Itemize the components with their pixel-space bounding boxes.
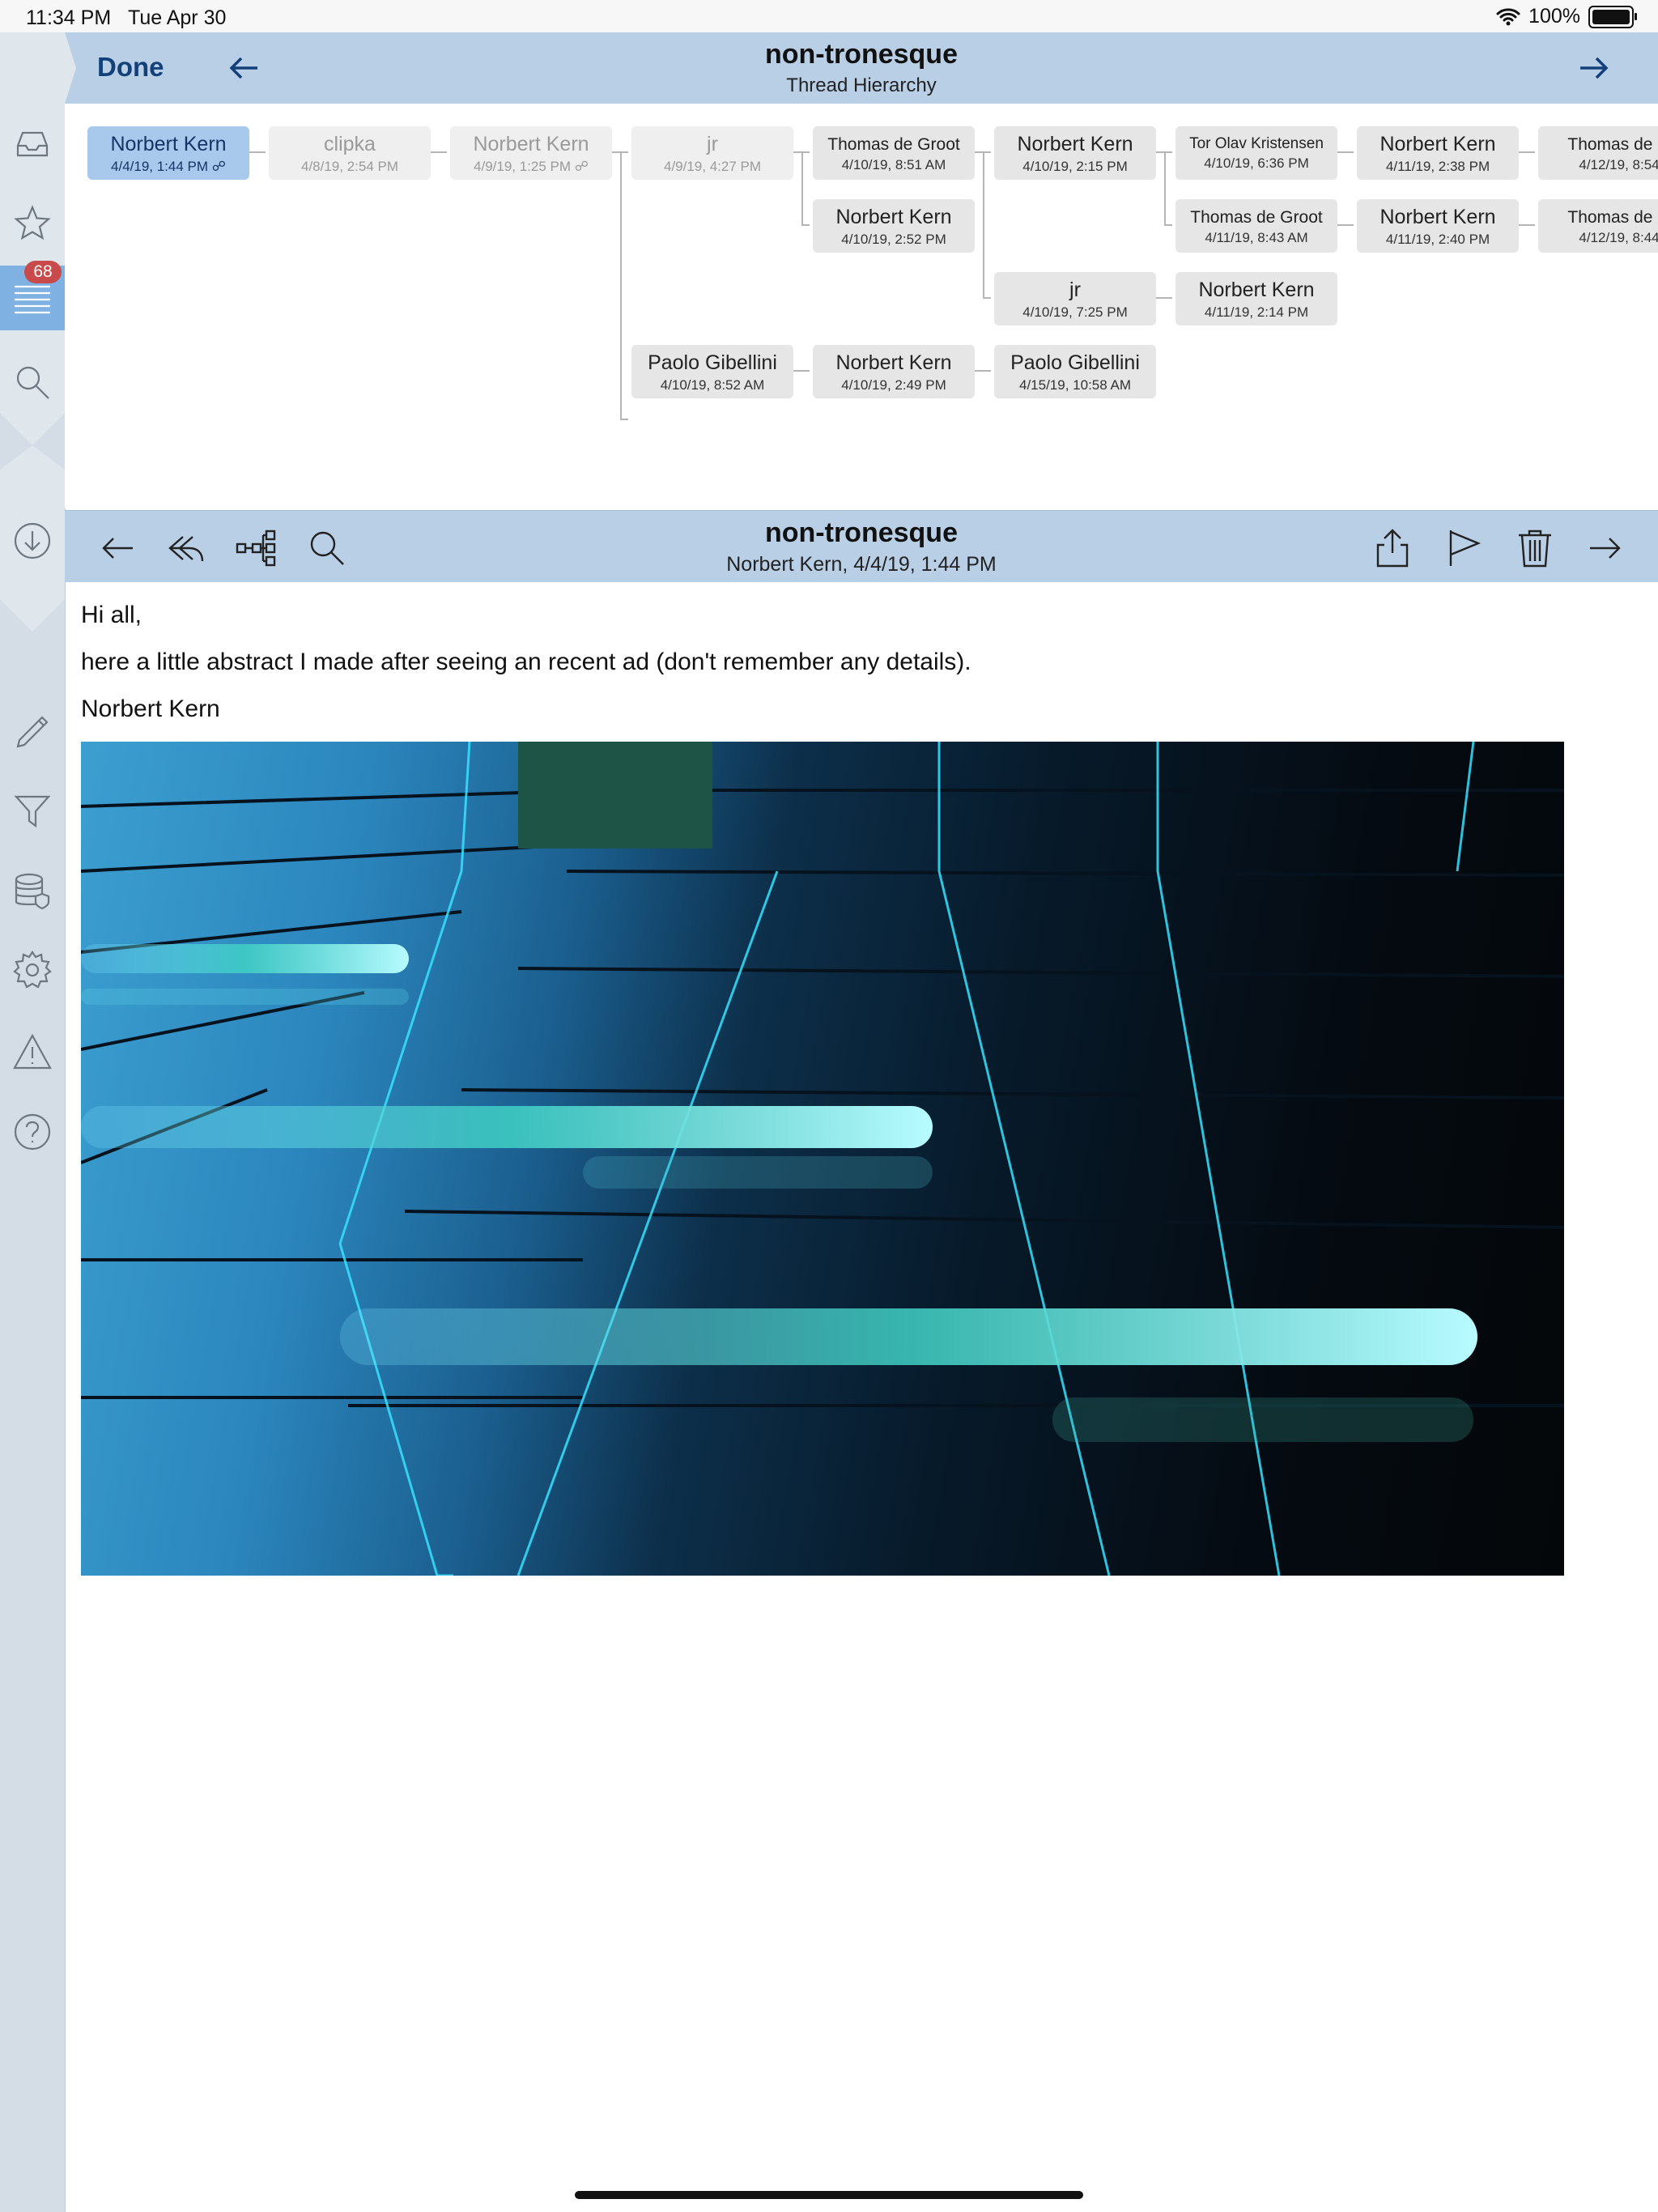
thread-node[interactable]: Tor Olav Kristensen 4/10/19, 6:36 PM [1175,126,1337,180]
attached-image[interactable] [81,742,1564,1576]
share-icon[interactable] [1371,527,1414,569]
thread-tree: Norbert Kern 4/4/19, 1:44 PM ☍ clipka 4/8/… [65,104,1658,508]
thread-node[interactable]: Paolo Gibellini 4/15/19, 10:58 AM [994,345,1156,398]
thread-node[interactable]: Paolo Gibellini 4/10/19, 8:52 AM [631,345,793,398]
tree-connector [793,370,810,372]
thread-node[interactable]: jr 4/10/19, 7:25 PM [994,272,1156,325]
message-body: Hi all, here a little abstract I made af… [81,599,1619,723]
next-thread-arrow-icon[interactable] [1575,50,1611,86]
gear-icon[interactable] [10,947,55,993]
warning-icon[interactable] [10,1030,55,1075]
thread-header: Done non-tronesque Thread Hierarchy [65,32,1658,104]
star-icon[interactable] [10,201,55,246]
message-subject: non-tronesque [765,517,958,548]
message-toolbar: non-tronesque Norbert Kern, 4/4/19, 1:44… [65,510,1658,582]
thread-node[interactable]: Norbert Kern 4/4/19, 1:44 PM ☍ [87,126,249,180]
message-line: here a little abstract I made after seei… [81,649,971,675]
message-line: Norbert Kern [81,696,220,722]
tree-connector [975,370,991,372]
tree-connector [801,224,810,226]
message-meta: Norbert Kern, 4/4/19, 1:44 PM [726,553,997,576]
thread-node[interactable]: Thomas de Groot 4/10/19, 8:51 AM [813,126,975,180]
thread-node[interactable]: Thomas de G4/12/19, 8:54 [1538,126,1658,180]
thread-node[interactable]: Norbert Kern 4/11/19, 2:40 PM [1357,199,1519,253]
search-icon[interactable] [10,359,55,405]
pencil-icon[interactable] [10,709,55,755]
battery-percent: 100% [1528,5,1580,28]
filter-icon[interactable] [10,789,55,834]
tree-connector [1519,151,1535,153]
status-time: 11:34 PM Tue Apr 30 [26,6,227,29]
thread-node[interactable]: Norbert Kern 4/10/19, 2:15 PM [994,126,1156,180]
thread-node[interactable]: clipka 4/8/19, 2:54 PM [269,126,431,180]
battery-icon [1588,5,1637,28]
thread-node[interactable]: Thomas de Groot 4/11/19, 8:43 AM [1175,199,1337,253]
tree-connector [983,297,991,299]
tree-connector [1164,151,1166,224]
tree-connector [1337,224,1354,226]
tree-connector [801,151,803,224]
message-line: Hi all, [81,602,142,628]
thread-subtitle: Thread Hierarchy [786,74,937,96]
wifi-icon [1496,7,1520,25]
tree-connector [620,419,628,420]
tree-connector [983,151,984,297]
sidebar: 68 [0,32,66,2212]
download-icon[interactable] [10,518,55,564]
database-icon[interactable] [10,868,55,913]
thread-title: non-tronesque [765,39,958,70]
tree-connector [431,151,447,153]
thread-node[interactable]: Norbert Kern 4/10/19, 2:49 PM [813,345,975,398]
thread-node[interactable]: Thomas de G4/12/19, 8:44 [1538,199,1658,253]
trash-icon[interactable] [1514,527,1556,569]
thread-node[interactable]: jr 4/9/19, 4:27 PM [631,126,793,180]
status-right: 100% [1496,5,1637,28]
tree-connector [1337,151,1354,153]
forward-arrow-icon[interactable] [1584,527,1626,569]
tree-connector [1519,224,1535,226]
tree-connector [249,151,266,153]
tree-connector [1156,297,1172,299]
tree-connector [1164,224,1172,226]
flag-icon[interactable] [1443,527,1485,569]
status-bar: 11:34 PM Tue Apr 30 100% [0,0,1658,32]
abstract-artwork [81,742,1564,1576]
help-icon[interactable] [10,1109,55,1155]
thread-node[interactable]: Norbert Kern 4/9/19, 1:25 PM ☍ [450,126,612,180]
unread-badge: 68 [24,261,62,283]
thread-node[interactable]: Norbert Kern 4/11/19, 2:14 PM [1175,272,1337,325]
tree-connector [620,151,622,419]
inbox-icon[interactable] [10,121,55,167]
thread-node[interactable]: Norbert Kern 4/11/19, 2:38 PM [1357,126,1519,180]
home-indicator[interactable] [575,2191,1083,2199]
thread-node[interactable]: Norbert Kern 4/10/19, 2:52 PM [813,199,975,253]
